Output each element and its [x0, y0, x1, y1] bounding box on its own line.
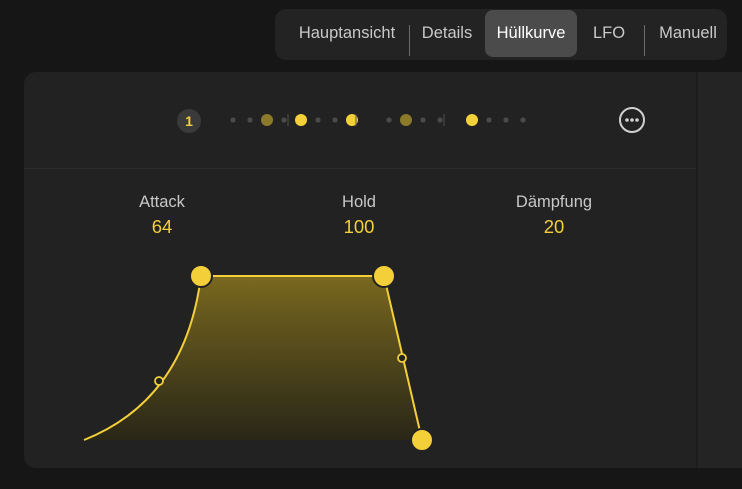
attack-point-handle[interactable] [189, 264, 213, 288]
decay-point-handle[interactable] [410, 428, 434, 452]
decay-curve-handle[interactable] [397, 353, 407, 363]
envelope-graph [83, 264, 434, 452]
envelope-fill [84, 276, 422, 440]
hold-point-handle[interactable] [372, 264, 396, 288]
attack-curve-handle[interactable] [154, 376, 164, 386]
